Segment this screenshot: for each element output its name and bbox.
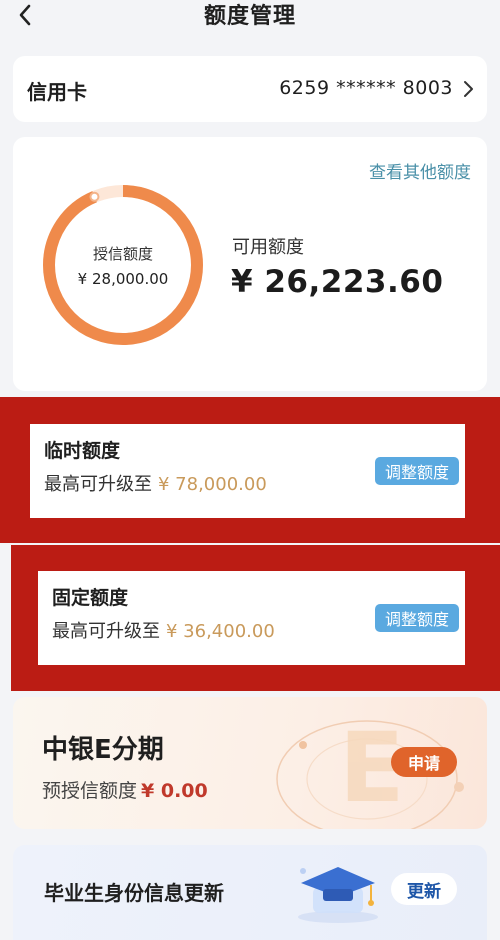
installment-title: 中银E分期	[42, 735, 164, 765]
update-button[interactable]: 更新	[391, 873, 457, 905]
fixed-limit-title: 固定额度	[52, 587, 129, 609]
top-bar: 额度管理	[0, 0, 500, 44]
temporary-limit-title: 临时额度	[44, 440, 121, 462]
pre-credit-line: 预授信额度 ¥ 0.00	[42, 776, 208, 803]
ring-center-text: 授信额度 ¥ 28,000.00	[40, 182, 206, 348]
temporary-limit-card: 临时额度 最高可升级至 ¥ 78,000.00 调整额度	[30, 424, 465, 518]
available-limit-amount: ¥ 26,223.60	[231, 264, 444, 300]
graduate-update-title: 毕业生身份信息更新	[44, 881, 224, 905]
card-number: 6259 ****** 8003	[279, 77, 453, 99]
pre-credit-amount: ¥ 0.00	[141, 780, 208, 802]
pre-credit-label: 预授信额度	[42, 780, 138, 802]
page-title: 额度管理	[203, 4, 296, 29]
temporary-limit-line: 最高可升级至 ¥ 78,000.00	[44, 470, 267, 496]
credit-limit-label: 授信额度	[92, 244, 153, 263]
upgrade-prefix: 最高可升级至	[52, 621, 160, 642]
apply-button[interactable]: 申请	[391, 747, 457, 777]
upgrade-prefix: 最高可升级至	[44, 474, 152, 495]
view-other-limits-link[interactable]: 查看其他额度	[369, 158, 471, 183]
card-selector[interactable]: 信用卡 6259 ****** 8003	[13, 56, 487, 122]
fixed-max-amount: ¥ 36,400.00	[166, 621, 275, 642]
adjust-fixed-button[interactable]: 调整额度	[375, 604, 459, 632]
graduate-update-card[interactable]: 毕业生身份信息更新 更新	[13, 845, 487, 940]
fixed-limit-line: 最高可升级至 ¥ 36,400.00	[52, 617, 275, 643]
credit-limit-value: ¥ 28,000.00	[77, 269, 169, 288]
graduation-cap-icon	[298, 867, 378, 923]
available-limit-label: 可用额度	[232, 237, 304, 258]
temporary-max-amount: ¥ 78,000.00	[158, 474, 267, 495]
fixed-limit-card: 固定额度 最高可升级至 ¥ 36,400.00 调整额度	[38, 571, 465, 665]
card-type-label: 信用卡	[27, 80, 87, 104]
installment-card[interactable]: E 中银E分期 预授信额度 ¥ 0.00 申请	[13, 697, 487, 829]
chevron-right-icon	[464, 81, 473, 97]
adjust-temporary-button[interactable]: 调整额度	[375, 457, 459, 485]
credit-overview-card: 查看其他额度 授信额度 ¥ 28,000.00 可用额度 ¥ 26,223.60	[13, 137, 487, 391]
